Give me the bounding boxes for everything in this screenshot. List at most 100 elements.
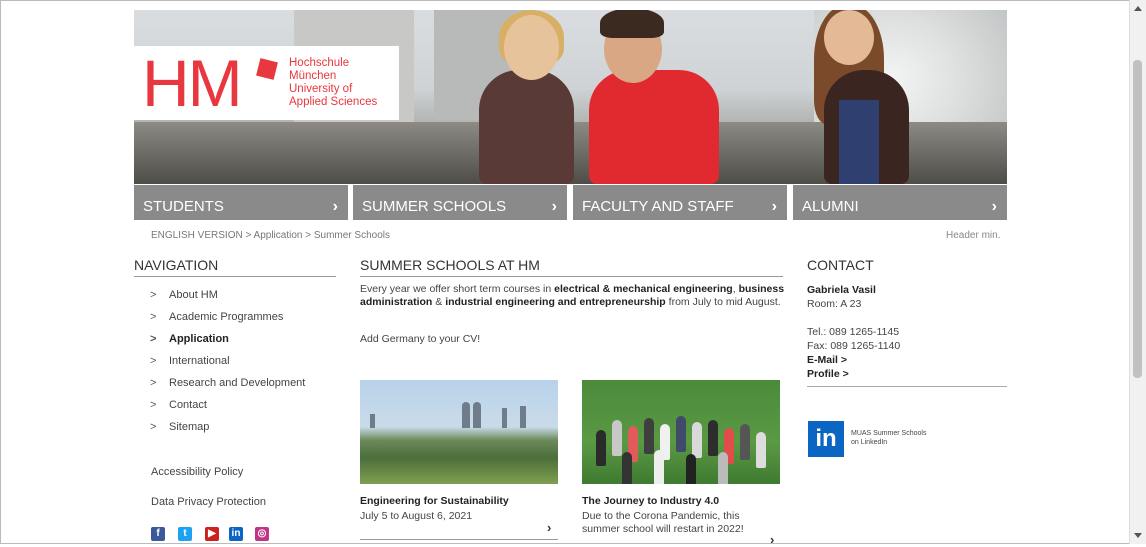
contact-room: Room: A 23 xyxy=(807,298,862,310)
chevron-right-icon[interactable]: › xyxy=(770,532,774,547)
nav-tab-alumni[interactable]: ALUMNI › xyxy=(793,185,1007,220)
logo-text: Hochschule München University of Applied… xyxy=(289,57,377,109)
breadcrumb[interactable]: ENGLISH VERSION > Application > Summer S… xyxy=(151,230,390,241)
side-nav-item-academic-programmes[interactable]: > Academic Programmes xyxy=(150,311,305,333)
student-figure xyxy=(676,416,686,452)
side-nav-label: International xyxy=(169,355,230,367)
logo-line: University of xyxy=(289,83,353,95)
student-figure xyxy=(718,452,728,484)
side-nav-label: About HM xyxy=(169,289,218,301)
profile-link[interactable]: Profile > xyxy=(807,368,849,380)
linkedin-caption-line: MUAS Summer Schools xyxy=(851,430,927,437)
nav-tab-summer-schools[interactable]: SUMMER SCHOOLS › xyxy=(353,185,567,220)
email-link[interactable]: E-Mail > xyxy=(807,354,847,366)
chevron-right-icon: › xyxy=(332,198,338,215)
scroll-up-arrow-icon[interactable] xyxy=(1134,6,1142,11)
student-figure xyxy=(479,70,574,184)
scroll-thumb[interactable] xyxy=(1133,60,1142,378)
person-face xyxy=(824,10,874,65)
contact-fax: Fax: 089 1265-1140 xyxy=(807,340,901,352)
student-figure xyxy=(596,430,606,466)
student-figure xyxy=(686,454,696,484)
facebook-icon[interactable]: f xyxy=(151,527,165,541)
logo-square-icon xyxy=(256,58,278,80)
side-nav-item-sitemap[interactable]: > Sitemap xyxy=(150,421,305,443)
person-hair xyxy=(600,10,664,38)
hm-logo[interactable]: HM Hochschule München University of Appl… xyxy=(134,46,399,120)
chevron-right-icon: › xyxy=(551,198,557,215)
side-nav-label: Application xyxy=(169,333,229,345)
intro-paragraph: Every year we offer short term courses i… xyxy=(360,283,785,308)
chevron-right-icon: > xyxy=(150,333,157,345)
main-navigation: STUDENTS › SUMMER SCHOOLS › FACULTY AND … xyxy=(134,185,1007,220)
church-tower xyxy=(502,408,507,428)
nav-tab-faculty-and-staff[interactable]: FACULTY AND STAFF › xyxy=(573,185,787,220)
logo-line: Applied Sciences xyxy=(289,96,378,108)
contact-divider xyxy=(807,386,1007,387)
student-figure xyxy=(708,420,718,456)
card-text: Due to the Corona Pandemic, this summer … xyxy=(582,510,744,535)
student-figure xyxy=(756,432,766,468)
intro-text: Every year we offer short term courses i… xyxy=(360,283,555,295)
logo-mark: HM xyxy=(142,46,243,120)
church-tower xyxy=(473,402,481,428)
vertical-scrollbar[interactable] xyxy=(1129,0,1146,544)
chevron-right-icon: > xyxy=(150,421,157,433)
side-nav-item-research-and-development[interactable]: > Research and Development xyxy=(150,377,305,399)
student-figure xyxy=(740,424,750,460)
chevron-right-icon[interactable]: › xyxy=(547,520,551,535)
students-group-image[interactable] xyxy=(582,380,780,484)
card-text: July 5 to August 6, 2021 xyxy=(360,510,473,522)
card-title[interactable]: The Journey to Industry 4.0 xyxy=(582,495,719,507)
logo-line: Hochschule xyxy=(289,57,350,69)
contact-name: Gabriela Vasil xyxy=(807,284,876,296)
chevron-right-icon: > xyxy=(150,377,157,389)
nav-tab-students[interactable]: STUDENTS › xyxy=(134,185,348,220)
student-figure xyxy=(692,422,702,458)
header-min-link[interactable]: Header min. xyxy=(946,230,1000,241)
contact-tel: Tel.: 089 1265-1145 xyxy=(807,326,900,338)
youtube-icon[interactable]: ▶ xyxy=(205,527,219,541)
intro-text: from July to mid August. xyxy=(665,295,781,308)
church-tower xyxy=(520,406,526,428)
intro-bold: industrial engineering and entrepreneurs… xyxy=(445,295,666,308)
contact-heading: CONTACT xyxy=(807,257,874,273)
card-title[interactable]: Engineering for Sustainability xyxy=(360,495,509,507)
church-tower xyxy=(462,402,470,428)
side-nav-item-about-hm[interactable]: > About HM xyxy=(150,289,305,311)
nav-tab-label: SUMMER SCHOOLS xyxy=(362,198,507,215)
student-figure xyxy=(612,420,622,456)
nav-tab-label: ALUMNI xyxy=(802,198,859,215)
side-nav-label: Sitemap xyxy=(169,421,210,433)
chevron-right-icon: > xyxy=(150,289,157,301)
student-figure xyxy=(654,450,664,484)
linkedin-caption[interactable]: MUAS Summer Schools on LinkedIn xyxy=(851,429,926,447)
nav-tab-label: FACULTY AND STAFF xyxy=(582,198,734,215)
person-top xyxy=(839,100,879,184)
chevron-right-icon: > xyxy=(150,355,157,367)
scroll-down-arrow-icon[interactable] xyxy=(1134,533,1142,538)
contact-details: Gabriela Vasil Room: A 23 Tel.: 089 1265… xyxy=(807,283,900,381)
side-navigation-list: > About HM > Academic Programmes > Applicat… xyxy=(150,289,305,443)
logo-line: München xyxy=(289,70,337,82)
intro-bold: electrical & mechanical engineering xyxy=(554,283,733,295)
linkedin-icon[interactable]: in xyxy=(229,527,243,541)
nav-tab-label: STUDENTS xyxy=(143,198,224,215)
accessibility-policy-link[interactable]: Accessibility Policy xyxy=(151,466,243,478)
card-divider xyxy=(360,539,558,540)
instagram-icon[interactable]: ◎ xyxy=(255,527,269,541)
navigation-heading: NAVIGATION xyxy=(134,257,336,277)
side-nav-item-contact[interactable]: > Contact xyxy=(150,399,305,421)
cv-tagline: Add Germany to your CV! xyxy=(360,333,481,345)
intro-text: & xyxy=(432,295,446,308)
munich-skyline-image[interactable] xyxy=(360,380,558,484)
data-privacy-link[interactable]: Data Privacy Protection xyxy=(151,496,266,508)
twitter-icon[interactable]: t xyxy=(178,527,192,541)
person-face xyxy=(504,15,559,80)
chevron-right-icon: › xyxy=(991,198,997,215)
student-figure xyxy=(589,70,719,184)
side-nav-item-international[interactable]: > International xyxy=(150,355,305,377)
side-nav-item-application[interactable]: > Application xyxy=(150,333,305,355)
chevron-right-icon: › xyxy=(771,198,777,215)
linkedin-logo-icon[interactable]: in xyxy=(808,421,844,457)
